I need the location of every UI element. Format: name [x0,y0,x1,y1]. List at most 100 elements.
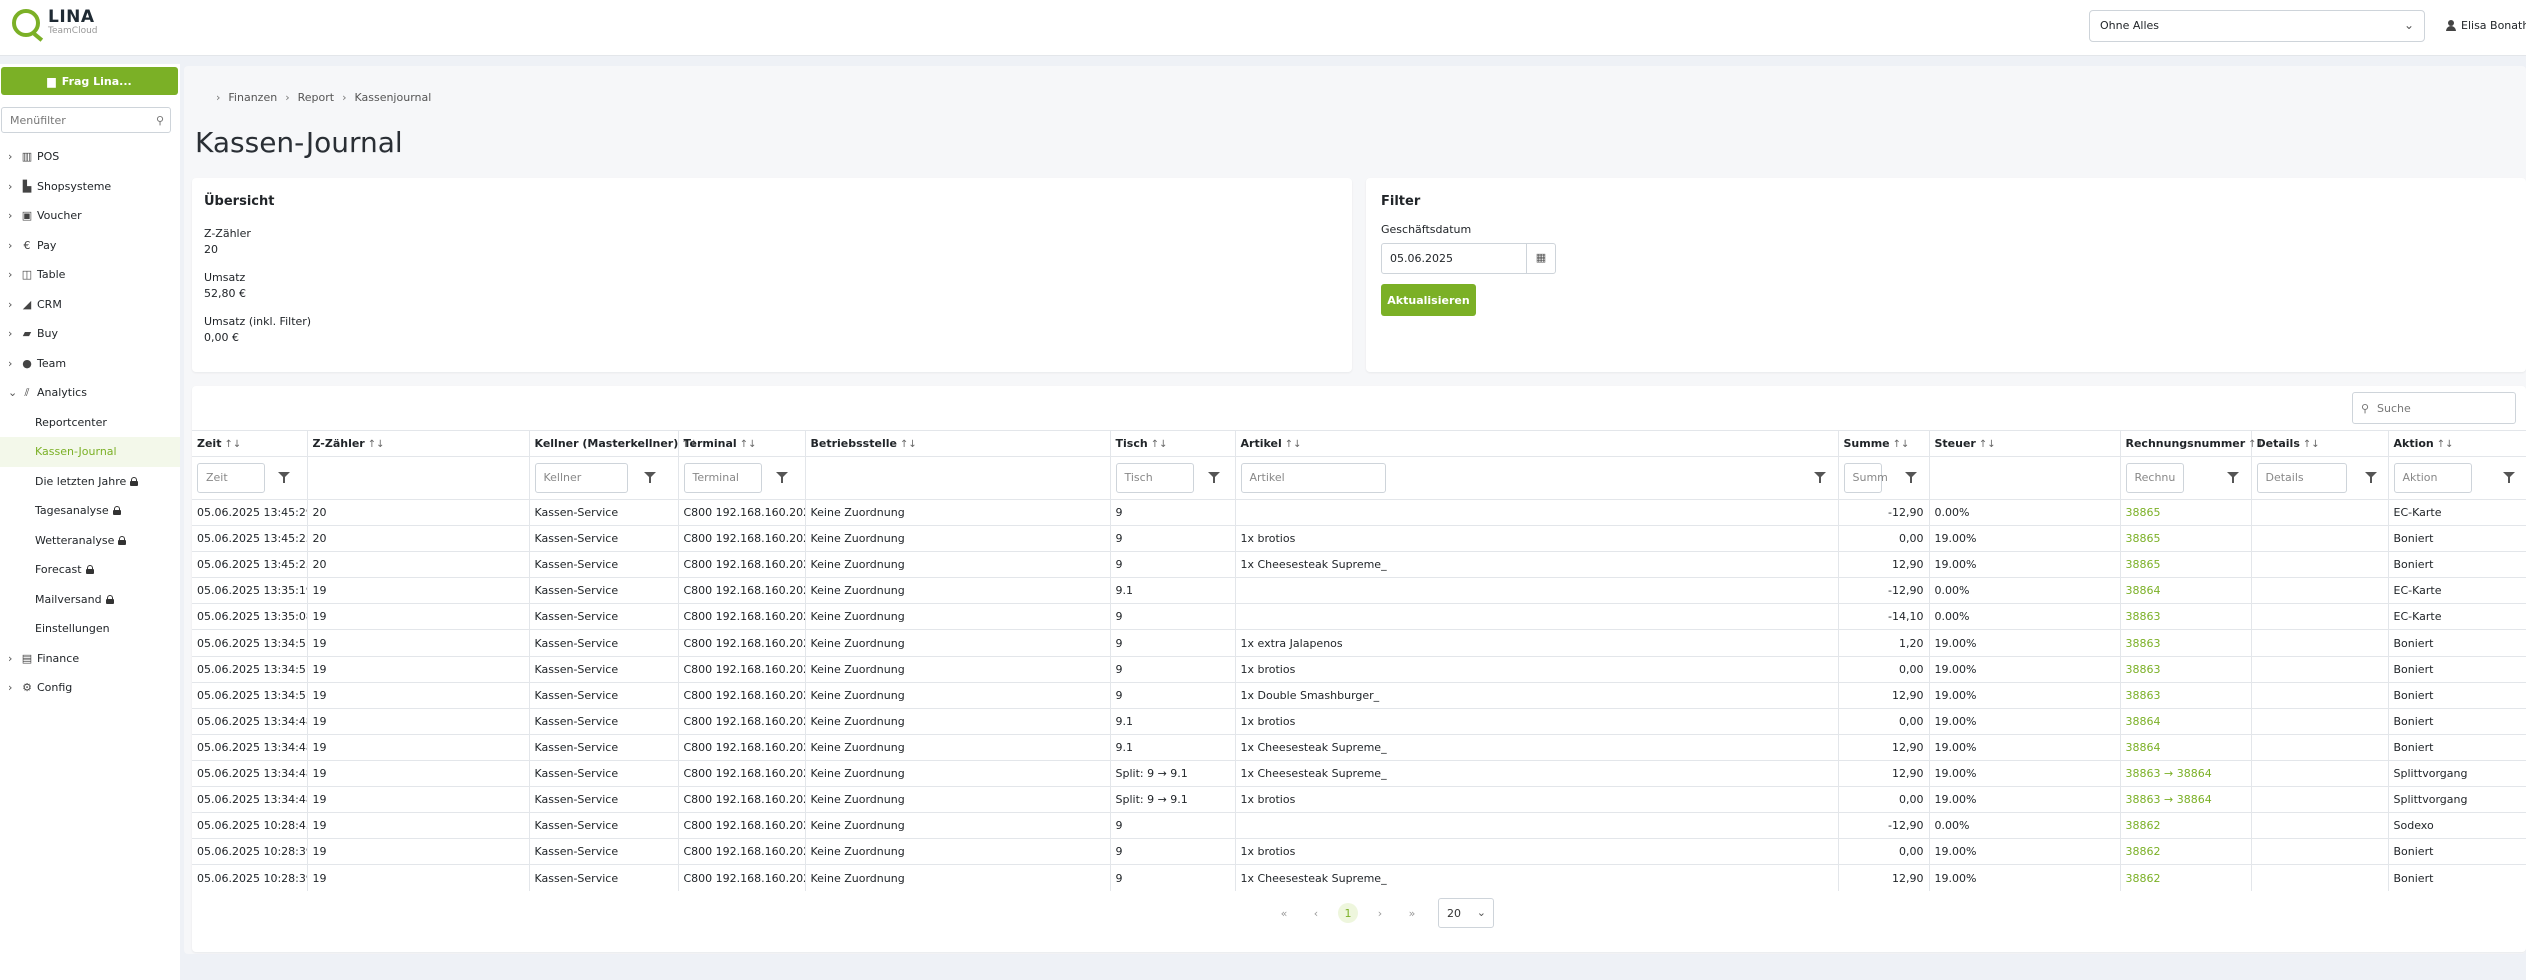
kellner-filter-input[interactable]: Kellner [534,463,628,493]
user-menu[interactable]: Elisa Bonath [2446,19,2526,32]
sort-icon[interactable]: ↑↓ [1285,439,1302,450]
zeit-filter-input[interactable]: Zeit [197,463,265,493]
column-header[interactable]: Details ↑↓ [2251,430,2389,457]
invoice-link[interactable]: 38862 [2120,812,2252,839]
invoice-link[interactable]: 38862 [2120,864,2252,891]
column-header[interactable]: Z-Zähler ↑↓ [307,430,530,457]
table-row[interactable]: 05.06.2025 10:28:43 19 Kassen-Service C800 … [192,812,2526,839]
filter-icon[interactable] [278,472,290,483]
sidebar-item-einstellungen[interactable]: Einstellungen [0,614,180,644]
date-field[interactable]: 05.06.2025 [1381,243,1527,274]
page-size-select[interactable]: 20 ⌄ [1438,898,1494,928]
sort-icon[interactable]: ↑↓ [1979,439,1996,450]
invoice-link[interactable]: 38865 [2120,498,2252,526]
column-header[interactable]: Tisch ↑↓ [1110,430,1236,457]
menu-filter-input[interactable]: Menüfilter ⚲ [1,107,171,133]
column-header[interactable]: Kellner (Masterkellner) ↑↓ [529,430,698,457]
column-header[interactable]: Summe ↑↓ [1838,430,1930,457]
breadcrumb-item[interactable]: Kassenjournal [354,91,431,104]
filter-icon[interactable] [2364,472,2377,483]
sidebar-item-wetteranalyse[interactable]: Wetteranalyse [0,526,180,556]
apply-button[interactable]: Aktualisieren [1381,284,1476,316]
table-row[interactable]: 05.06.2025 13:34:51 19 Kassen-Service C800 … [192,655,2526,683]
sidebar-item-analytics[interactable]: ⌄ ⫽ Analytics [0,378,180,408]
artikel-filter-input[interactable]: Artikel [1240,463,1386,493]
table-row[interactable]: 05.06.2025 13:34:51 19 Kassen-Service C800 … [192,629,2526,657]
sidebar-item-mailversand[interactable]: Mailversand [0,585,180,615]
table-row[interactable]: 05.06.2025 10:28:39 19 Kassen-Service C800 … [192,838,2526,865]
column-header[interactable]: Aktion ↑↓ [2388,430,2526,457]
prev-page-button[interactable]: ‹ [1306,903,1326,923]
first-page-button[interactable]: « [1274,903,1294,923]
sidebar-item-forecast[interactable]: Forecast [0,555,180,585]
sort-icon[interactable]: ↑↓ [224,439,241,450]
sidebar-item-reportcenter[interactable]: Reportcenter [0,408,180,438]
lina-logo[interactable]: LINA TeamCloud [12,9,98,37]
invoice-link[interactable]: 38863 [2120,681,2252,709]
rechnung-filter-input[interactable]: Rechnu [2125,463,2184,493]
invoice-link[interactable]: 38863 [2120,655,2252,683]
table-row[interactable]: 05.06.2025 13:34:51 19 Kassen-Service C800 … [192,681,2526,709]
sidebar-item-die-letzten-jahre[interactable]: Die letzten Jahre [0,467,180,497]
column-header[interactable]: Terminal ↑↓ [678,430,806,457]
invoice-link[interactable]: 38862 [2120,838,2252,865]
ask-lina-button[interactable]: ▆ Frag Lina... [1,67,178,95]
context-select[interactable]: Ohne Alles ⌄ [2089,10,2425,42]
sidebar-item-finance[interactable]: › ▤ Finance [0,644,180,674]
last-page-button[interactable]: » [1402,903,1422,923]
invoice-link[interactable]: 38864 [2120,707,2252,735]
invoice-link[interactable]: 38863 → 38864 [2120,759,2252,787]
table-row[interactable]: 05.06.2025 10:28:39 19 Kassen-Service C800 … [192,864,2526,891]
sidebar-item-pay[interactable]: › € Pay [0,231,180,261]
column-header[interactable]: Artikel ↑↓ [1235,430,1839,457]
sidebar-item-voucher[interactable]: › ▣ Voucher [0,201,180,231]
sort-icon[interactable]: ↑↓ [740,439,757,450]
breadcrumb-item[interactable]: Report [298,91,334,104]
filter-icon[interactable] [1904,472,1917,483]
sidebar-item-config[interactable]: › ⚙ Config [0,673,180,703]
invoice-link[interactable]: 38863 [2120,629,2252,657]
table-row[interactable]: 05.06.2025 13:45:29 20 Kassen-Service C800 … [192,498,2526,526]
table-row[interactable]: 05.06.2025 13:45:25 20 Kassen-Service C800 … [192,525,2526,552]
aktion-filter-input[interactable]: Aktion [2393,463,2472,493]
sidebar-item-team[interactable]: › ● Team [0,349,180,379]
filter-icon[interactable] [2502,472,2515,483]
column-header[interactable]: Zeit ↑↓ [192,430,308,457]
sidebar-item-table[interactable]: › ◫ Table [0,260,180,290]
filter-icon[interactable] [1813,472,1826,483]
sidebar-item-crm[interactable]: › ◢ CRM [0,290,180,320]
invoice-link[interactable]: 38863 → 38864 [2120,786,2252,813]
table-row[interactable]: 05.06.2025 13:34:48 19 Kassen-Service C800 … [192,733,2526,761]
invoice-link[interactable]: 38864 [2120,733,2252,761]
sort-icon[interactable]: ↑↓ [900,439,917,450]
table-search-input[interactable]: ⚲ Suche [2352,392,2516,424]
sort-icon[interactable]: ↑↓ [2303,439,2320,450]
sort-icon[interactable]: ↑↓ [368,439,385,450]
filter-icon[interactable] [775,472,788,483]
column-header[interactable]: Rechnungsnummer ↑↓ [2120,430,2265,457]
sidebar-item-shopsysteme[interactable]: › ▙ Shopsysteme [0,172,180,202]
filter-icon[interactable] [2226,472,2239,483]
calendar-icon[interactable]: ▦ [1526,243,1556,274]
table-row[interactable]: 05.06.2025 13:34:48 19 Kassen-Service C800 … [192,786,2526,813]
table-row[interactable]: 05.06.2025 13:35:19 19 Kassen-Service C800 … [192,577,2526,604]
column-header[interactable]: Steuer ↑↓ [1929,430,2121,457]
tisch-filter-input[interactable]: Tisch [1115,463,1194,493]
sort-icon[interactable]: ↑↓ [2437,439,2454,450]
column-header[interactable]: Betriebsstelle ↑↓ [805,430,1111,457]
sidebar-item-kassen-journal[interactable]: Kassen-Journal [0,437,180,467]
sort-icon[interactable]: ↑↓ [1893,439,1910,450]
table-row[interactable]: 05.06.2025 13:34:48 19 Kassen-Service C800 … [192,759,2526,787]
table-row[interactable]: 05.06.2025 13:34:48 19 Kassen-Service C800 … [192,707,2526,735]
terminal-filter-input[interactable]: Terminal [683,463,762,493]
invoice-link[interactable]: 38865 [2120,525,2252,552]
filter-icon[interactable] [1207,472,1220,483]
next-page-button[interactable]: › [1370,903,1390,923]
details-filter-input[interactable]: Details [2256,463,2347,493]
page-1-button[interactable]: 1 [1338,903,1358,923]
invoice-link[interactable]: 38863 [2120,603,2252,630]
sidebar-item-tagesanalyse[interactable]: Tagesanalyse [0,496,180,526]
summe-filter-input[interactable]: Summ [1843,463,1888,493]
table-row[interactable]: 05.06.2025 13:45:25 20 Kassen-Service C800 … [192,551,2526,578]
filter-icon[interactable] [643,472,656,483]
